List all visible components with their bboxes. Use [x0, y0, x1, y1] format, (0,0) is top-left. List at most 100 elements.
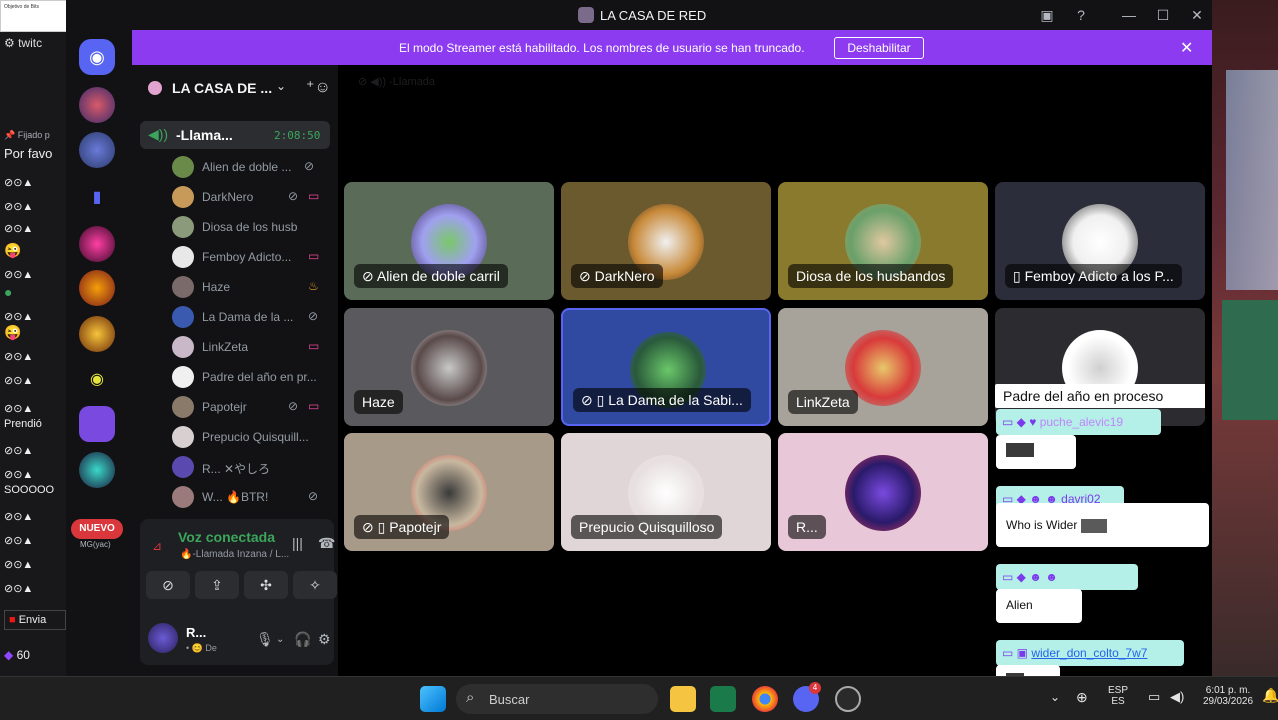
volume-icon[interactable]: ◀) [1170, 689, 1184, 705]
participant-tile[interactable]: Haze [344, 308, 554, 426]
member-name: W... 🔥BTR! [202, 490, 269, 504]
new-badge[interactable]: NUEVO [71, 519, 123, 539]
tray-chevron-icon[interactable]: ⌄ [1050, 690, 1060, 704]
participant-tile[interactable]: ⊘ DarkNero [561, 182, 771, 300]
help-icon[interactable]: ? [1072, 6, 1090, 24]
voice-status[interactable]: Voz conectada [178, 529, 275, 545]
badge-icons: ▭ ◆ ☻ ☻ [1002, 570, 1058, 584]
chat-message: Prendió [4, 418, 42, 430]
server-icon[interactable] [79, 406, 115, 442]
server-name[interactable]: LA CASA DE ... [172, 80, 272, 96]
participant-tile[interactable]: Prepucio Quisquilloso [561, 433, 771, 551]
participant-tile[interactable]: ▯ Femboy Adicto a los P... [995, 182, 1205, 300]
chevron-down-icon[interactable]: ⌄ [276, 79, 286, 93]
twitch-window: Objetivo de Bits ⚙ twitc 📌 Fijado p Por … [0, 0, 66, 676]
voice-member[interactable]: LinkZeta ▭ [172, 333, 328, 361]
participant-name: Padre del año en proceso [1003, 388, 1164, 404]
disable-streamer-button[interactable]: Deshabilitar [834, 37, 924, 59]
emote-icon [1006, 443, 1034, 457]
send-button[interactable]: ■ Envia [4, 610, 66, 630]
emote-icon [1080, 518, 1107, 533]
avatar [172, 336, 194, 358]
camera-off-button[interactable]: ⊘ [146, 571, 190, 599]
avatar [845, 455, 921, 531]
activities-button[interactable]: ✣ [244, 571, 288, 599]
discord-taskbar-icon[interactable]: 4 [793, 682, 821, 712]
wallpaper-plant-art [1222, 300, 1278, 420]
voice-member[interactable]: R... ✕やしろ [172, 453, 328, 481]
disconnect-icon[interactable]: ☎ [318, 535, 335, 552]
chat-row: ⊘⊙▲ [4, 201, 34, 213]
participant-tile[interactable]: ⊘ Alien de doble carril [344, 182, 554, 300]
start-button[interactable] [420, 686, 446, 712]
chat-row: ⊘⊙▲ [4, 535, 34, 547]
file-explorer-icon[interactable] [670, 686, 696, 712]
avatar [172, 426, 194, 448]
participant-name: Alien de doble carril [376, 268, 500, 284]
voice-member[interactable]: La Dama de la ... ⊘ [172, 303, 328, 331]
participant-tile[interactable]: Diosa de los husbandos [778, 182, 988, 300]
search-box[interactable]: ⌕ Buscar [456, 684, 658, 714]
deafened-icon: ⊘ [288, 399, 299, 413]
screen-share-button[interactable]: ⇪ [195, 571, 239, 599]
participant-name: Diosa de los husbandos [796, 268, 946, 284]
close-button[interactable]: ✕ [1188, 6, 1206, 24]
voice-member[interactable]: Femboy Adicto... ▭ [172, 243, 328, 271]
voice-member[interactable]: Prepucio Quisquill... [172, 423, 328, 451]
phone-icon: ▯ [1013, 268, 1025, 284]
deafened-icon: ⊘ [362, 268, 377, 284]
chevron-down-icon[interactable]: ⌄ [276, 634, 284, 645]
pinned-message: Por favo [4, 146, 53, 161]
eye-icon[interactable]: ◉ [79, 362, 115, 398]
chrome-icon[interactable] [752, 686, 778, 712]
stage-header: ⊘ ◀)) -Llamada [358, 76, 435, 88]
network-icon[interactable]: ⊕ [1076, 689, 1088, 706]
server-icon[interactable] [79, 87, 115, 123]
server-icon[interactable] [79, 316, 115, 352]
chat-row: ⊘⊙▲ [4, 469, 34, 481]
server-icon[interactable] [79, 452, 115, 488]
clock[interactable]: 6:01 p. m. 29/03/2026 [1196, 685, 1260, 707]
deafened-icon: ⊘ [304, 159, 315, 173]
voice-channel[interactable]: ◀)) -Llama... 2:08:50 [140, 121, 330, 149]
voice-member[interactable]: Haze ♨ [172, 273, 328, 301]
server-icon[interactable] [79, 132, 115, 168]
language-indicator[interactable]: ESP ES [1108, 685, 1128, 707]
voice-member[interactable]: Diosa de los husba... [172, 213, 328, 241]
twitch-tab[interactable]: ⚙ twitc [4, 36, 42, 50]
soundboard-button[interactable]: ✧ [293, 571, 337, 599]
folder-icon[interactable]: ▮ [79, 180, 115, 216]
invite-people-icon[interactable]: ⁺☺ [306, 77, 331, 97]
obs-icon[interactable] [835, 686, 861, 712]
voice-member[interactable]: Papotejr ⊘ ▭ [172, 393, 328, 421]
close-icon[interactable]: ✕ [1180, 38, 1193, 58]
voice-member[interactable]: DarkNero ⊘ ▭ [172, 183, 328, 211]
member-name: Femboy Adicto... [202, 250, 292, 264]
participant-name: Femboy Adicto a los P... [1024, 268, 1174, 284]
microphone-icon[interactable]: 🎙 [256, 631, 274, 648]
maximize-button[interactable]: ☐ [1154, 6, 1172, 24]
voice-member[interactable]: Padre del año en pr... [172, 363, 328, 391]
inbox-icon[interactable]: ▣ [1038, 6, 1056, 24]
headphones-icon[interactable]: 🎧 [294, 631, 311, 648]
avatar[interactable] [148, 623, 178, 653]
bits-count: 60 [16, 648, 30, 662]
participant-tile[interactable]: R... [778, 433, 988, 551]
voice-member[interactable]: W... 🔥BTR! ⊘ [172, 483, 328, 511]
user-name[interactable]: R... [186, 625, 206, 640]
minimize-button[interactable]: — [1120, 6, 1138, 24]
chat-text: Alien [1006, 598, 1033, 612]
excel-icon[interactable] [710, 686, 736, 712]
display-icon[interactable]: ▭ [1148, 689, 1160, 705]
participant-tile[interactable]: ⊘ ▯ La Dama de la Sabi... [561, 308, 771, 426]
server-icon[interactable] [79, 270, 115, 306]
participant-tile[interactable]: ⊘ ▯ Papotejr [344, 433, 554, 551]
noise-suppression-icon[interactable]: ||| [292, 535, 303, 551]
participant-tile[interactable]: LinkZeta [778, 308, 988, 426]
participant-label: Prepucio Quisquilloso [571, 515, 723, 539]
settings-gear-icon[interactable]: ⚙ [318, 631, 331, 648]
discord-home-icon[interactable]: ◉ [79, 39, 115, 75]
notifications-bell-icon[interactable]: 🔔 [1262, 687, 1278, 704]
voice-member[interactable]: Alien de doble ... ⊘ [172, 153, 328, 181]
server-icon[interactable] [79, 226, 115, 262]
